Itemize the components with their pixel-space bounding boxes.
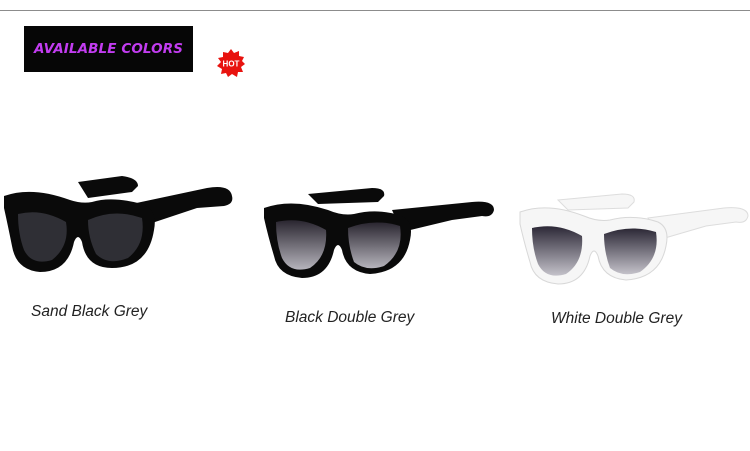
product-caption: Black Double Grey — [285, 309, 415, 326]
hot-badge-label: HOT — [223, 60, 240, 69]
product-caption: White Double Grey — [551, 310, 682, 327]
available-colors-banner: AVAILABLE COLORS — [24, 26, 193, 72]
sunglasses-white-gradient-image — [519, 193, 749, 285]
available-colors-label: AVAILABLE COLORS — [33, 41, 184, 57]
product-black-double-grey[interactable] — [262, 186, 498, 280]
product-caption: Sand Black Grey — [31, 303, 148, 320]
product-sand-black-grey[interactable] — [2, 176, 238, 276]
hot-badge: HOT — [216, 48, 246, 78]
sunglasses-black-gradient-image — [264, 188, 494, 278]
sunglasses-black-image — [4, 176, 233, 272]
product-white-double-grey[interactable] — [518, 190, 750, 286]
top-divider — [0, 10, 750, 11]
hot-burst-icon: HOT — [217, 49, 245, 77]
